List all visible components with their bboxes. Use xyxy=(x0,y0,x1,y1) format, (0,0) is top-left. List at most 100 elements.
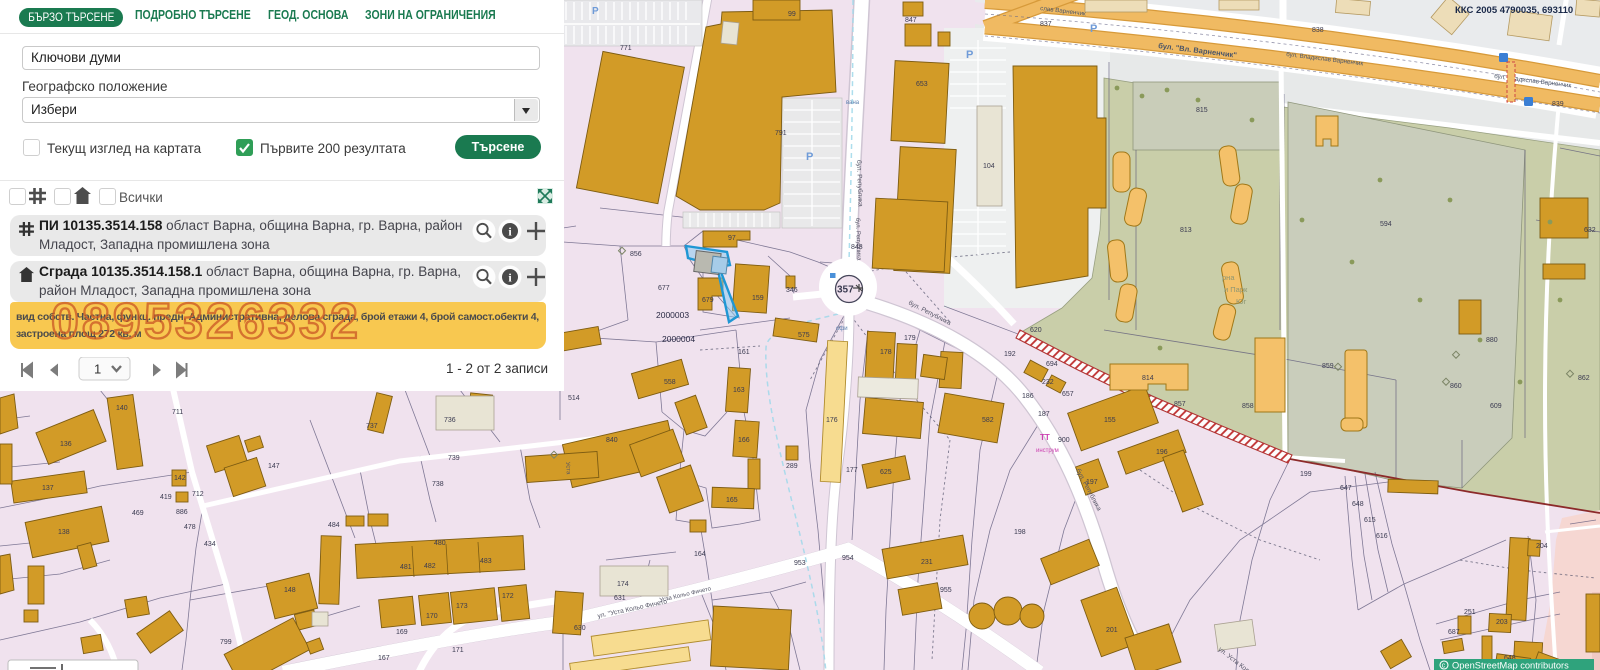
svg-text:954: 954 xyxy=(842,555,854,562)
svg-text:147: 147 xyxy=(268,463,280,470)
svg-text:199: 199 xyxy=(1300,471,1312,478)
svg-text:203: 203 xyxy=(1496,619,1508,626)
svg-text:687: 687 xyxy=(1448,629,1460,636)
svg-text:647: 647 xyxy=(1340,485,1352,492)
svg-text:P: P xyxy=(806,151,813,163)
svg-text:837: 837 xyxy=(1040,21,1052,28)
svg-text:858: 858 xyxy=(1242,403,1254,410)
svg-text:148: 148 xyxy=(284,587,296,594)
svg-text:514: 514 xyxy=(568,395,580,402)
svg-text:434: 434 xyxy=(204,541,216,548)
svg-text:138: 138 xyxy=(58,529,70,536)
svg-text:799: 799 xyxy=(220,639,232,646)
svg-text:625: 625 xyxy=(880,469,892,476)
svg-text:814: 814 xyxy=(1142,375,1154,382)
svg-text:165: 165 xyxy=(726,497,738,504)
svg-text:630: 630 xyxy=(574,625,586,632)
svg-text:900: 900 xyxy=(1058,437,1070,444)
svg-text:857: 857 xyxy=(1174,401,1186,408)
svg-text:289: 289 xyxy=(786,463,798,470)
svg-text:173: 173 xyxy=(456,603,468,610)
svg-text:офи: офи xyxy=(836,326,848,332)
svg-text:859: 859 xyxy=(1322,363,1334,370)
svg-text:880: 880 xyxy=(1486,337,1498,344)
svg-text:вана: вана xyxy=(846,100,860,106)
svg-text:P: P xyxy=(966,49,973,61)
svg-text:679: 679 xyxy=(702,297,714,304)
svg-text:346: 346 xyxy=(786,287,798,294)
svg-text:Уста: Уста xyxy=(564,462,571,475)
svg-text:838: 838 xyxy=(1312,27,1324,34)
svg-text:P: P xyxy=(592,6,599,17)
svg-text:167: 167 xyxy=(378,655,390,662)
svg-text:737: 737 xyxy=(366,423,378,430)
svg-text:166: 166 xyxy=(738,437,750,444)
svg-text:955: 955 xyxy=(940,587,952,594)
svg-text:558: 558 xyxy=(664,379,676,386)
svg-text:177: 177 xyxy=(846,467,858,474)
svg-text:648: 648 xyxy=(1352,501,1364,508)
svg-text:582: 582 xyxy=(982,417,994,424)
svg-text:176: 176 xyxy=(826,417,838,424)
svg-text:694: 694 xyxy=(1046,361,1058,368)
svg-text:178: 178 xyxy=(880,349,892,356)
svg-text:860: 860 xyxy=(1450,383,1462,390)
svg-text:657: 657 xyxy=(1062,391,1074,398)
svg-text:839: 839 xyxy=(1552,101,1564,108)
svg-text:142: 142 xyxy=(174,475,186,482)
svg-text:739: 739 xyxy=(448,455,460,462)
svg-text:2000003: 2000003 xyxy=(656,310,689,320)
svg-text:169: 169 xyxy=(396,629,408,636)
svg-text:231: 231 xyxy=(921,559,933,566)
svg-text:419: 419 xyxy=(160,494,172,501)
svg-text:481: 481 xyxy=(400,564,412,571)
svg-text:815: 815 xyxy=(1196,107,1208,114)
svg-text:482: 482 xyxy=(424,563,436,570)
svg-text:171: 171 xyxy=(452,647,464,654)
svg-text:813: 813 xyxy=(1180,227,1192,234)
svg-text:847: 847 xyxy=(905,17,917,24)
svg-text:174: 174 xyxy=(617,581,629,588)
svg-text:136: 136 xyxy=(60,441,72,448)
svg-text:469: 469 xyxy=(132,510,144,517)
svg-text:OpenStreetMap contributors: OpenStreetMap contributors xyxy=(1452,661,1569,670)
svg-text:357: 357 xyxy=(837,285,854,296)
svg-text:615: 615 xyxy=(1364,517,1376,524)
svg-text:155: 155 xyxy=(1104,417,1116,424)
svg-text:791: 791 xyxy=(775,130,787,137)
svg-text:P: P xyxy=(1090,23,1097,35)
svg-text:953: 953 xyxy=(794,560,806,567)
svg-text:232: 232 xyxy=(1042,379,1054,386)
svg-text:инструм: инструм xyxy=(1036,448,1059,454)
svg-text:рна: рна xyxy=(1222,273,1235,282)
svg-text:163: 163 xyxy=(733,387,745,394)
svg-text:204: 204 xyxy=(1536,543,1548,550)
svg-text:186: 186 xyxy=(1022,393,1034,400)
svg-text:104: 104 xyxy=(983,163,995,170)
svg-text:ККС 2005 4790035, 693110: ККС 2005 4790035, 693110 xyxy=(1455,5,1573,16)
svg-text:ТТ: ТТ xyxy=(1040,433,1050,442)
svg-text:187: 187 xyxy=(1038,411,1050,418)
svg-text:632: 632 xyxy=(1584,227,1596,234)
svg-text:856: 856 xyxy=(630,251,642,258)
svg-text:161: 161 xyxy=(738,349,750,356)
svg-text:196: 196 xyxy=(1156,449,1168,456)
svg-text:736: 736 xyxy=(444,417,456,424)
svg-text:712: 712 xyxy=(192,491,204,498)
svg-text:164: 164 xyxy=(694,551,706,558)
svg-text:738: 738 xyxy=(432,481,444,488)
svg-text:594: 594 xyxy=(1380,221,1392,228)
svg-text:609: 609 xyxy=(1490,403,1502,410)
svg-text:862: 862 xyxy=(1578,375,1590,382)
svg-text:201: 201 xyxy=(1106,627,1118,634)
svg-text:886: 886 xyxy=(176,509,188,516)
svg-text:631: 631 xyxy=(614,595,626,602)
svg-text:575: 575 xyxy=(798,332,810,339)
svg-text:179: 179 xyxy=(904,335,916,342)
svg-text:c: c xyxy=(1442,663,1446,670)
svg-text:677: 677 xyxy=(658,285,670,292)
svg-text:192: 192 xyxy=(1004,351,1016,358)
svg-text:2000004: 2000004 xyxy=(662,334,695,344)
svg-text:97: 97 xyxy=(728,235,736,242)
svg-text:620: 620 xyxy=(1030,327,1042,334)
